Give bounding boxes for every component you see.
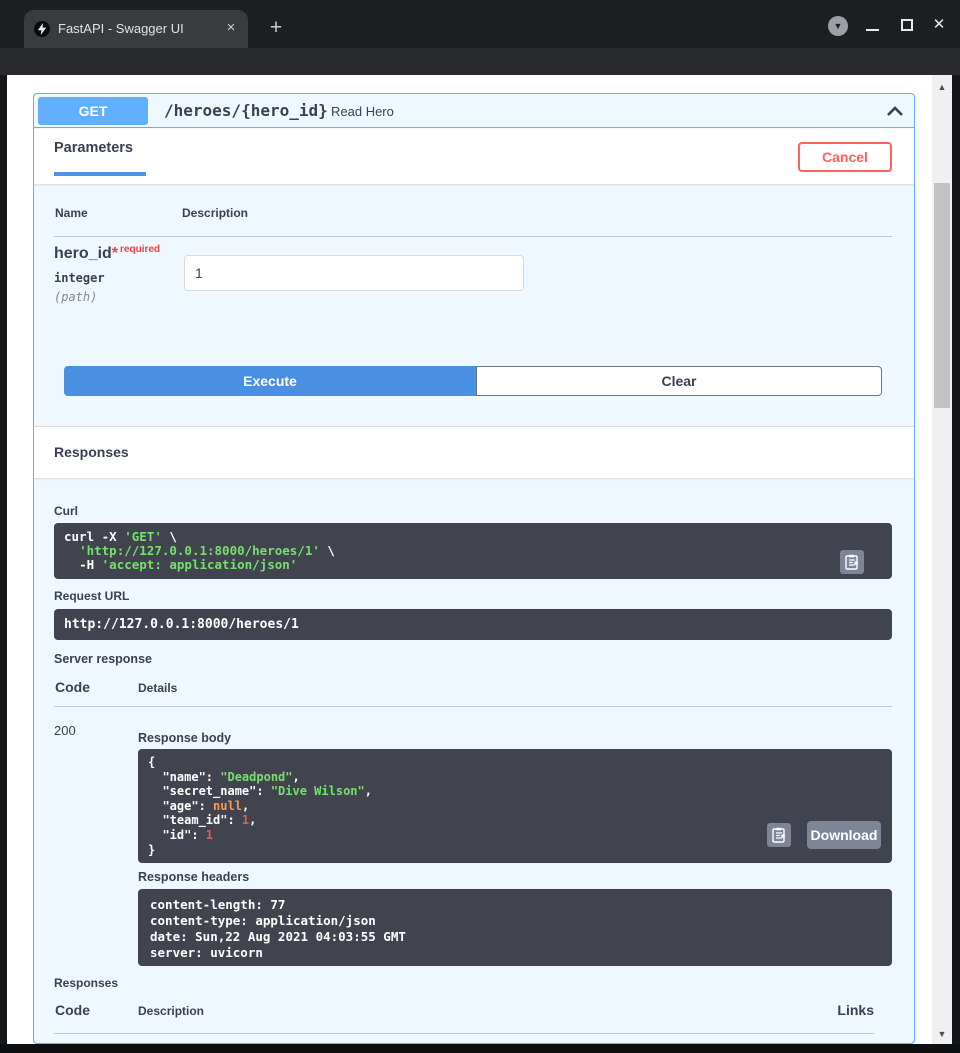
tab-bar: FastAPI - Swagger UI × + ▼ ✕	[0, 0, 960, 48]
tab-title: FastAPI - Swagger UI	[58, 10, 184, 48]
column-links: Links	[837, 1002, 874, 1018]
window-border-left	[0, 75, 7, 1053]
fastapi-favicon-icon	[34, 21, 50, 37]
copy-curl-button[interactable]	[840, 550, 864, 574]
browser-window: FastAPI - Swagger UI × + ▼ ✕ ← → ↻ i 127…	[0, 0, 960, 1053]
cancel-button[interactable]: Cancel	[798, 142, 892, 172]
window-minimize-button[interactable]	[866, 29, 879, 31]
window-border-right	[952, 75, 960, 1053]
copy-response-button[interactable]	[767, 823, 791, 847]
collapse-chevron-icon[interactable]	[882, 100, 908, 122]
column-description: Description	[138, 1004, 204, 1018]
operation-path: /heroes/{hero_id}	[164, 94, 328, 128]
documented-responses-label: Responses	[54, 976, 118, 990]
server-response-table-header: Code Details	[54, 677, 892, 707]
request-url-value: http://127.0.0.1:8000/heroes/1	[54, 609, 892, 640]
active-tab-underline	[54, 172, 146, 176]
response-headers: content-length: 77content-type: applicat…	[138, 889, 892, 966]
scrollbar-down-icon[interactable]: ▼	[937, 1030, 947, 1038]
responses-header: Responses	[34, 426, 914, 478]
window-close-button[interactable]: ✕	[928, 11, 950, 39]
column-name: Name	[55, 206, 88, 220]
status-code: 200	[54, 723, 76, 738]
responses-title: Responses	[54, 444, 129, 460]
window-border-bottom	[0, 1044, 960, 1053]
required-label: required	[120, 244, 160, 255]
required-asterisk: *	[112, 245, 118, 262]
operation-summary: Read Hero	[331, 94, 394, 128]
column-code: Code	[55, 679, 90, 695]
param-location: (path)	[54, 290, 97, 304]
tab-parameters[interactable]: Parameters	[54, 140, 133, 156]
clear-button[interactable]: Clear	[476, 366, 882, 396]
execute-button[interactable]: Execute	[64, 366, 476, 396]
browser-toolbar: ← → ↻ i 127.0.0.1:8000/docs#/default/rea…	[0, 48, 960, 75]
server-response-label: Server response	[54, 652, 152, 666]
new-tab-button[interactable]: +	[262, 10, 290, 48]
scrollbar-thumb[interactable]	[934, 183, 950, 408]
window-maximize-button[interactable]	[901, 19, 913, 31]
documented-responses-header: Code Description Links	[54, 1000, 892, 1030]
scrollbar[interactable]: ▲ ▼	[932, 75, 952, 1044]
param-type: integer	[54, 271, 105, 285]
browser-tab[interactable]: FastAPI - Swagger UI ×	[24, 10, 248, 48]
parameters-table-header: Name Description	[54, 204, 892, 237]
opblock-get-heroes: GET /heroes/{hero_id} Read Hero Paramete…	[33, 93, 915, 1044]
parameters-header: Parameters Cancel	[34, 129, 914, 184]
response-headers-label: Response headers	[138, 870, 249, 884]
response-body-label: Response body	[138, 731, 231, 745]
opblock-summary[interactable]: GET /heroes/{hero_id} Read Hero	[34, 94, 914, 128]
hero-id-input[interactable]	[184, 255, 524, 291]
request-url-label: Request URL	[54, 589, 129, 603]
download-button[interactable]: Download	[807, 821, 881, 849]
column-details: Details	[138, 681, 177, 695]
param-name: hero_id*required	[54, 244, 160, 263]
tab-close-icon[interactable]: ×	[222, 10, 240, 48]
curl-command: curl -X 'GET' \ 'http://127.0.0.1:8000/h…	[54, 523, 892, 579]
method-badge-get: GET	[38, 97, 148, 125]
divider	[54, 1033, 874, 1034]
curl-label: Curl	[54, 504, 78, 518]
scrollbar-up-icon[interactable]: ▲	[937, 83, 947, 91]
column-description: Description	[182, 206, 248, 220]
column-code: Code	[55, 1002, 90, 1018]
tab-search-icon[interactable]: ▼	[828, 16, 848, 36]
